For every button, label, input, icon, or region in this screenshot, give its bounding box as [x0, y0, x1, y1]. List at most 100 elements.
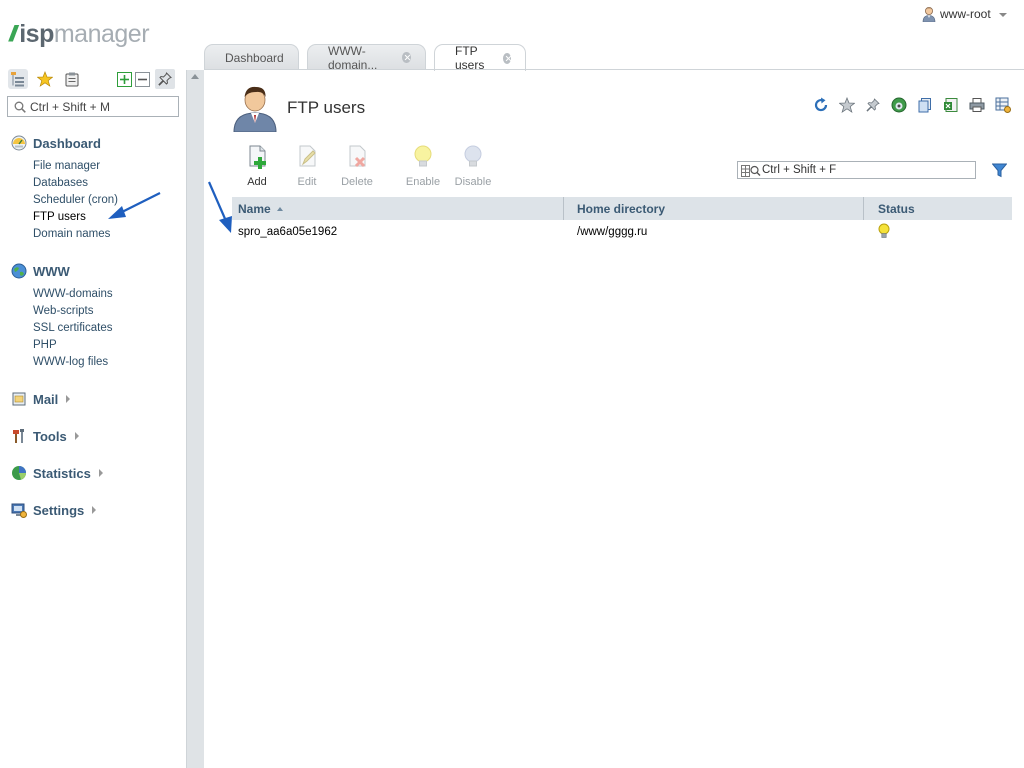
pin-icon: [158, 72, 172, 86]
delete-button[interactable]: Delete: [332, 144, 382, 188]
globe-icon: [11, 263, 27, 279]
www-submenu: WWW-domains Web-scripts SSL certificates…: [33, 288, 113, 373]
print-icon: [969, 98, 985, 112]
filter-icon[interactable]: [992, 163, 1007, 178]
table-header: Name Home directory Status: [232, 197, 1012, 220]
collapse-sidebar-icon[interactable]: [191, 74, 199, 79]
edit-button[interactable]: Edit: [282, 144, 332, 188]
menu-group-settings[interactable]: Settings: [11, 502, 97, 518]
sidebar-search-input[interactable]: [30, 99, 176, 114]
tab-ftp-users[interactable]: FTP users: [434, 44, 526, 72]
cell-home-directory: /www/gggg.ru: [577, 226, 648, 238]
delete-icon: [349, 145, 366, 168]
status-enabled-icon: [878, 223, 890, 238]
sidebar-item-databases[interactable]: Databases: [33, 177, 118, 194]
sidebar-tree-controls: [117, 69, 175, 89]
tab-bar: Dashboard WWW-domain... FTP users: [204, 43, 526, 72]
table-search-icon: [741, 165, 761, 177]
tab-www-domains[interactable]: WWW-domain...: [307, 43, 426, 72]
tree-view-button[interactable]: [8, 69, 28, 89]
expand-all-button[interactable]: [117, 71, 132, 87]
tab-dashboard[interactable]: Dashboard: [204, 44, 299, 70]
sidebar-item-domain-names[interactable]: Domain names: [33, 228, 118, 245]
add-button[interactable]: Add: [232, 144, 282, 188]
user-name: www-root: [940, 7, 991, 21]
column-label: Name: [238, 201, 271, 216]
export-excel-button[interactable]: [942, 96, 960, 114]
tools-icon: [13, 429, 24, 443]
annotation-arrow-icon: [207, 181, 232, 233]
sidebar-splitter[interactable]: [186, 70, 204, 768]
chevron-right-icon: [74, 432, 79, 440]
page-actions: [812, 96, 1012, 114]
table-search[interactable]: [737, 161, 976, 179]
globe-icon: [891, 97, 907, 113]
copy-icon: [918, 98, 931, 113]
menu-group-mail[interactable]: Mail: [11, 391, 71, 407]
sidebar-item-web-scripts[interactable]: Web-scripts: [33, 305, 113, 322]
logo-text-isp: isp: [19, 19, 54, 48]
sidebar-item-ssl-certificates[interactable]: SSL certificates: [33, 322, 113, 339]
pin-tab-button[interactable]: [864, 96, 882, 114]
collapse-all-button[interactable]: [135, 71, 150, 87]
column-header-name[interactable]: Name: [232, 197, 564, 220]
delete-label: Delete: [341, 176, 373, 188]
minus-icon: [138, 78, 147, 80]
menu-group-www[interactable]: WWW: [11, 263, 70, 279]
sidebar-item-php[interactable]: PHP: [33, 339, 113, 356]
sidebar-item-file-manager[interactable]: File manager: [33, 160, 118, 177]
enable-button[interactable]: Enable: [398, 144, 448, 188]
star-icon: [37, 71, 53, 87]
cell-name: spro_aa6a05e1962: [238, 226, 338, 238]
refresh-button[interactable]: [812, 96, 830, 114]
tree-icon: [11, 72, 24, 87]
add-to-favorites-button[interactable]: [838, 96, 856, 114]
add-document-icon: [249, 145, 266, 169]
menu-group-label: Settings: [33, 502, 85, 518]
dashboard-icon: [11, 135, 27, 151]
pin-sidebar-button[interactable]: [155, 69, 175, 89]
table-row[interactable]: spro_aa6a05e1962 /www/gggg.ru: [232, 220, 1012, 244]
copy-button[interactable]: [916, 96, 934, 114]
column-header-status[interactable]: Status: [864, 197, 1012, 220]
star-icon: [839, 97, 855, 113]
statistics-icon: [12, 466, 26, 480]
menu-group-label: Mail: [33, 391, 59, 407]
sidebar-item-www-domains[interactable]: WWW-domains: [33, 288, 113, 305]
search-icon: [14, 101, 26, 113]
column-header-home-directory[interactable]: Home directory: [564, 197, 864, 220]
sidebar-item-www-log-files[interactable]: WWW-log files: [33, 356, 113, 373]
table-search-input[interactable]: [762, 164, 967, 176]
app-logo[interactable]: // isp manager: [9, 19, 150, 48]
sidebar-item-scheduler[interactable]: Scheduler (cron): [33, 194, 118, 211]
menu-group-dashboard[interactable]: Dashboard: [11, 135, 101, 151]
page-title: FTP users: [287, 98, 366, 117]
sidebar-search[interactable]: [7, 96, 179, 117]
clipboard-button[interactable]: [62, 69, 82, 89]
tab-bar-divider: [204, 69, 1024, 70]
sidebar-item-ftp-users[interactable]: FTP users: [33, 211, 118, 228]
sidebar-view-switcher: [8, 69, 82, 89]
print-button[interactable]: [968, 96, 986, 114]
table-settings-button[interactable]: [994, 96, 1012, 114]
lightbulb-off-icon: [464, 145, 482, 167]
table-settings-icon: [995, 97, 1011, 113]
menu-group-label: WWW: [33, 263, 70, 279]
menu-group-tools[interactable]: Tools: [11, 428, 79, 444]
dashboard-submenu: File manager Databases Scheduler (cron) …: [33, 160, 118, 245]
clipboard-icon: [65, 72, 79, 87]
favorites-button[interactable]: [35, 69, 55, 89]
tab-label: WWW-domain...: [328, 43, 378, 72]
user-icon: [922, 7, 936, 22]
menu-group-statistics[interactable]: Statistics: [11, 465, 103, 481]
sort-ascending-icon: [276, 206, 283, 211]
chevron-right-icon: [92, 506, 97, 514]
disable-button[interactable]: Disable: [448, 144, 498, 188]
close-icon[interactable]: [402, 52, 411, 63]
chevron-right-icon: [98, 469, 103, 477]
open-in-new-window-button[interactable]: [890, 96, 908, 114]
menu-group-label: Dashboard: [33, 135, 101, 151]
user-menu[interactable]: www-root: [922, 6, 1007, 22]
mail-icon: [12, 392, 26, 406]
close-icon[interactable]: [502, 52, 511, 64]
